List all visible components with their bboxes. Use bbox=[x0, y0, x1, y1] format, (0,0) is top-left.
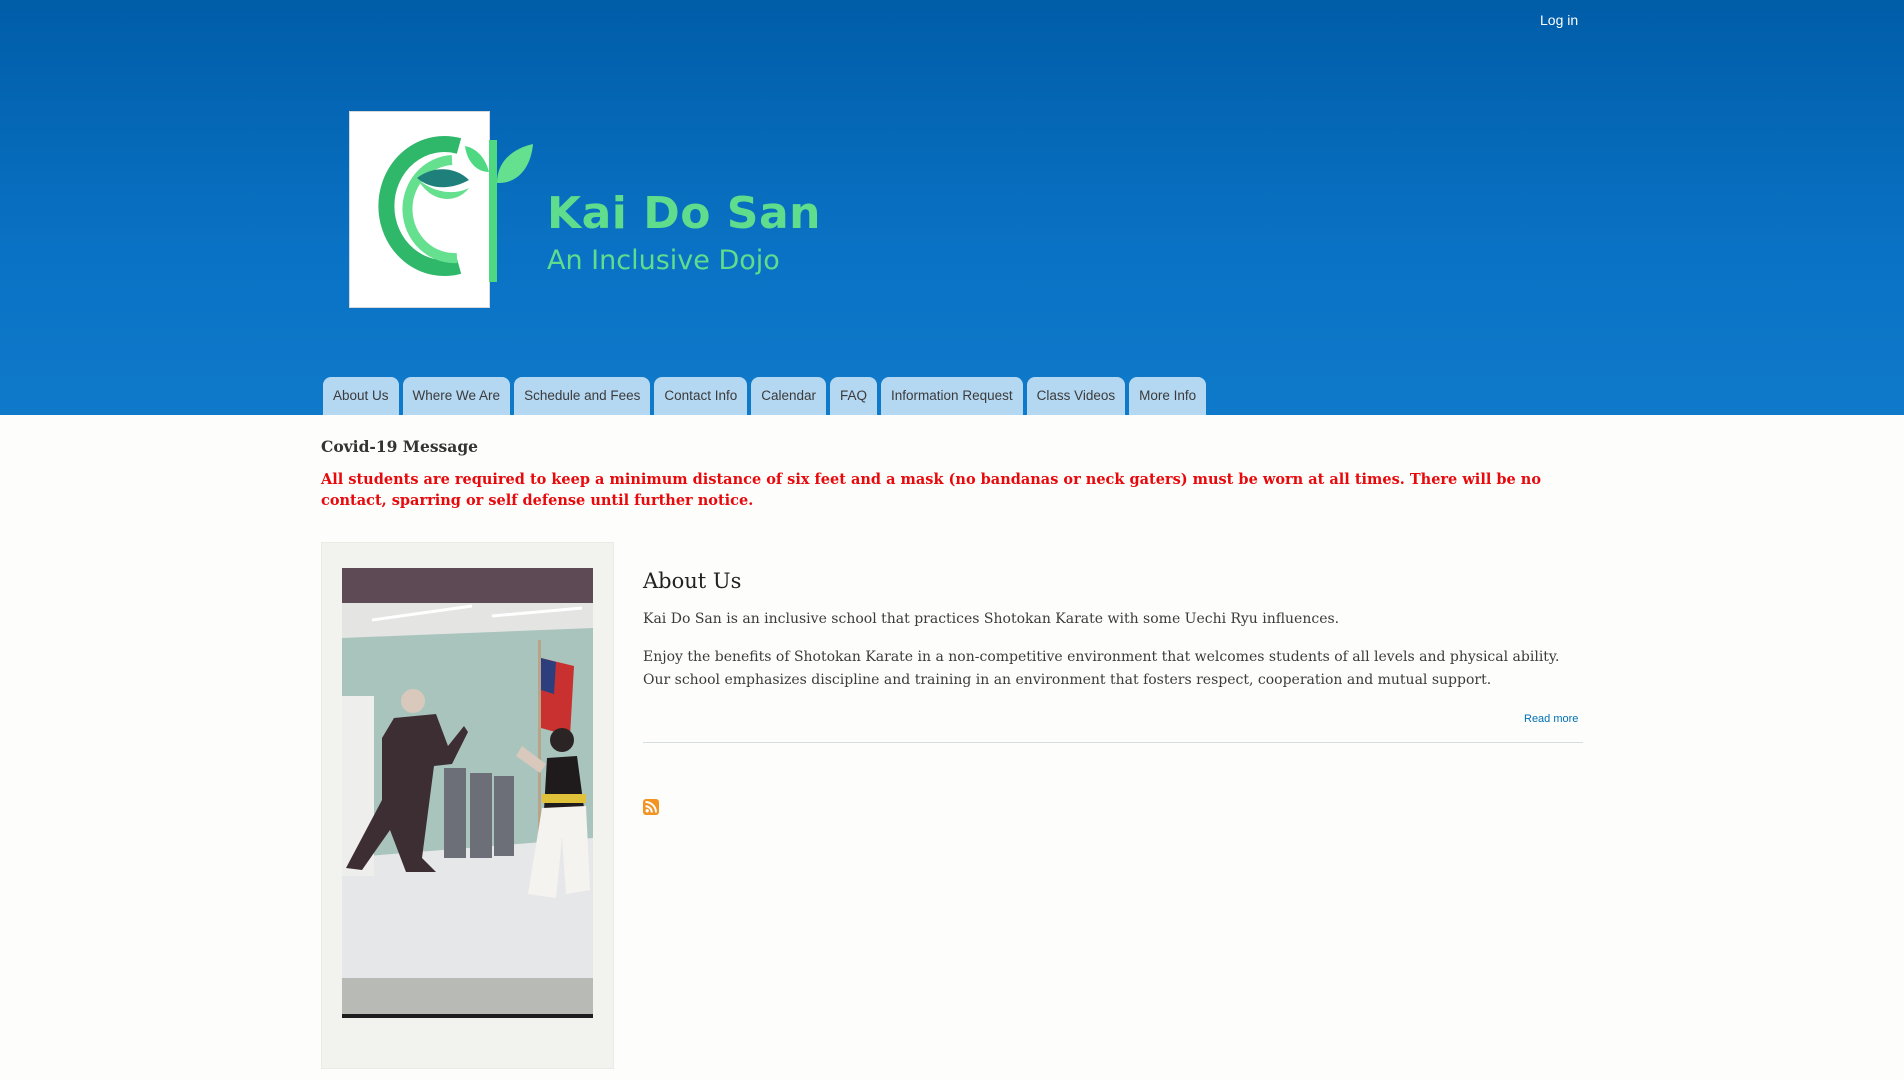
menu-tab-information-request[interactable]: Information Request bbox=[881, 377, 1023, 415]
content-paragraph: Kai Do San is an inclusive school that p… bbox=[643, 611, 1340, 627]
sidebar bbox=[321, 542, 614, 1069]
main-menu: About Us Where We Are Schedule and Fees … bbox=[323, 377, 1207, 415]
site-logo[interactable]: Kai Do San An Inclusive Dojo bbox=[347, 108, 820, 313]
site-header: Log in Kai Do San An Inclusive Dojo Abou… bbox=[0, 0, 1904, 415]
menu-tab-calendar[interactable]: Calendar bbox=[751, 377, 827, 415]
menu-tab-schedule-and-fees[interactable]: Schedule and Fees bbox=[514, 377, 651, 415]
content-title[interactable]: About Us bbox=[643, 569, 741, 593]
content-divider bbox=[643, 742, 1583, 743]
notice-message: All students are required to keep a mini… bbox=[321, 471, 1542, 509]
site-name: Kai Do San bbox=[547, 188, 821, 239]
rss-feed-icon[interactable] bbox=[643, 799, 659, 815]
menu-tab-class-videos[interactable]: Class Videos bbox=[1026, 377, 1126, 415]
read-more-link[interactable]: Read more bbox=[1524, 713, 1578, 725]
login-link[interactable]: Log in bbox=[1540, 12, 1578, 28]
menu-tab-where-we-are[interactable]: Where We Are bbox=[402, 377, 511, 415]
menu-tab-contact-info[interactable]: Contact Info bbox=[654, 377, 748, 415]
menu-tab-about-us[interactable]: About Us bbox=[323, 377, 399, 415]
notice-title: Covid-19 Message bbox=[321, 437, 479, 456]
sprout-logo-icon bbox=[378, 136, 533, 282]
menu-tab-more-info[interactable]: More Info bbox=[1129, 377, 1207, 415]
site-slogan: An Inclusive Dojo bbox=[547, 245, 780, 276]
menu-tab-faq[interactable]: FAQ bbox=[830, 377, 878, 415]
karate-sparring-photo bbox=[342, 568, 593, 1018]
content-paragraph: Enjoy the benefits of Shotokan Karate in… bbox=[643, 649, 1560, 688]
